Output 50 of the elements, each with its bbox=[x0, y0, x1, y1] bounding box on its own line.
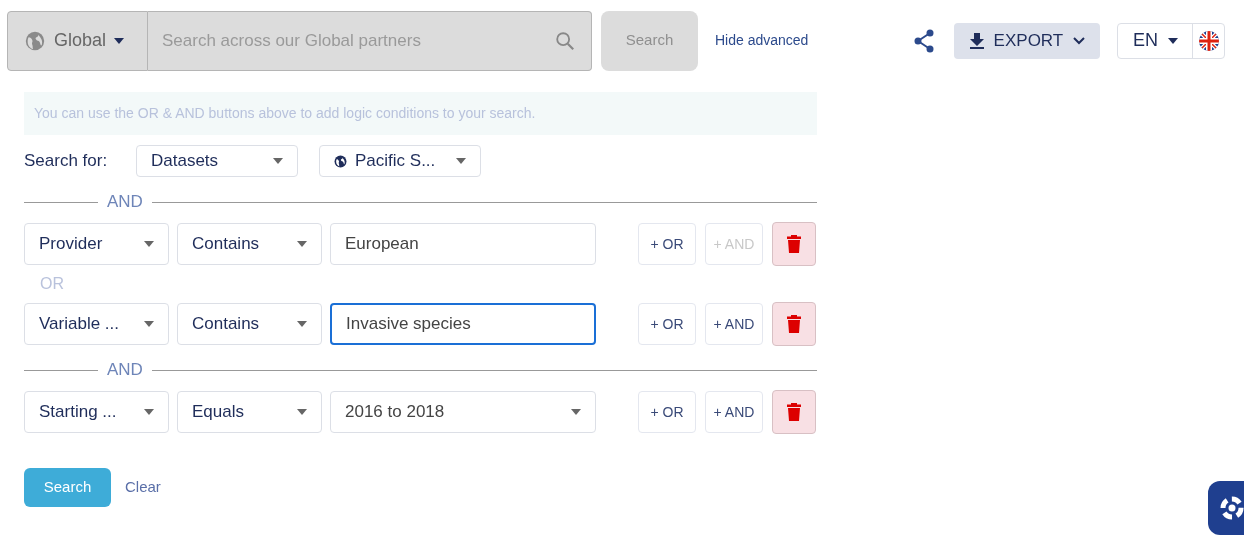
share-icon[interactable] bbox=[913, 28, 936, 53]
globe-icon bbox=[24, 29, 46, 52]
field-dropdown[interactable]: Starting ... bbox=[24, 391, 169, 433]
and-connector: AND bbox=[106, 359, 144, 382]
delete-button[interactable] bbox=[772, 390, 816, 434]
field-dropdown[interactable]: Provider bbox=[24, 223, 169, 265]
region-dropdown[interactable]: Pacific S... bbox=[319, 145, 481, 177]
hide-advanced-link[interactable]: Hide advanced bbox=[715, 30, 809, 51]
add-or-button[interactable]: + OR bbox=[638, 223, 696, 265]
chevron-icon bbox=[1073, 36, 1086, 45]
field-dropdown[interactable]: Variable ... bbox=[24, 303, 169, 345]
operator-dropdown[interactable]: Contains bbox=[177, 223, 322, 265]
delete-button[interactable] bbox=[772, 302, 816, 346]
operator-dropdown[interactable]: Equals bbox=[177, 391, 322, 433]
or-connector: OR bbox=[39, 274, 64, 294]
caret-icon bbox=[1167, 37, 1178, 44]
caret-icon bbox=[144, 321, 154, 327]
caret-icon bbox=[571, 409, 581, 415]
value-field[interactable]: European bbox=[330, 223, 596, 265]
trash-icon bbox=[787, 315, 801, 333]
caret-icon bbox=[297, 409, 307, 415]
caret-icon bbox=[297, 321, 307, 327]
scope-dropdown[interactable]: Global bbox=[7, 10, 148, 71]
search-icon bbox=[554, 29, 576, 52]
search-for-label: Search for: bbox=[24, 150, 109, 173]
caret-icon bbox=[114, 37, 125, 44]
type-dropdown[interactable]: Datasets bbox=[136, 145, 298, 177]
caret-icon bbox=[144, 409, 154, 415]
hint-banner: You can use the OR & AND buttons above to add logic conditions to your search. bbox=[24, 92, 817, 135]
caret-icon bbox=[456, 158, 466, 164]
add-and-button[interactable]: + AND bbox=[705, 391, 763, 433]
value-dropdown[interactable]: 2016 to 2018 bbox=[330, 391, 596, 433]
lifebuoy-icon bbox=[1220, 496, 1244, 520]
export-button[interactable]: EXPORT bbox=[954, 22, 1101, 59]
trash-icon bbox=[787, 235, 801, 253]
caret-icon bbox=[273, 158, 283, 164]
trash-icon bbox=[787, 403, 801, 421]
operator-dropdown[interactable]: Contains bbox=[177, 303, 322, 345]
add-or-button[interactable]: + OR bbox=[638, 303, 696, 345]
and-connector: AND bbox=[106, 191, 144, 214]
clear-link[interactable]: Clear bbox=[125, 476, 161, 499]
caret-icon bbox=[144, 241, 154, 247]
add-or-button[interactable]: + OR bbox=[638, 391, 696, 433]
caret-icon bbox=[297, 241, 307, 247]
value-field[interactable]: Invasive species bbox=[330, 303, 596, 345]
add-and-button[interactable]: + AND bbox=[705, 303, 763, 345]
globe-icon bbox=[334, 154, 347, 168]
flag-icon[interactable] bbox=[1197, 29, 1220, 52]
delete-button[interactable] bbox=[772, 222, 816, 266]
download-icon bbox=[969, 32, 984, 49]
